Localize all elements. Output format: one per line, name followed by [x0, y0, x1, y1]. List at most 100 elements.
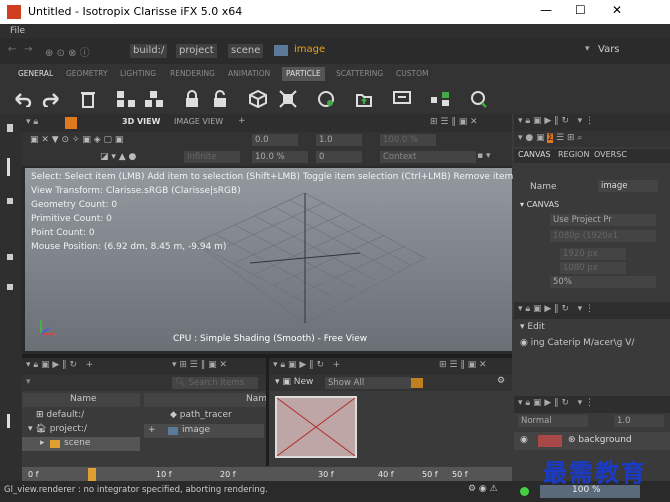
panel-menu-icon[interactable]: ▾ 🔒︎	[26, 117, 38, 127]
edit-menu[interactable]: ▾ Edit	[520, 322, 545, 332]
dropdown-icon[interactable]: ▾	[585, 44, 590, 54]
tab-lighting[interactable]: LIGHTING	[116, 67, 160, 81]
field-infinite[interactable]: Infinite	[184, 151, 240, 163]
right-header-2: ▾ 🔒︎ ▣ ▶ ‖ ↻ ▾ ⋮	[514, 302, 670, 319]
panel-menu-icon[interactable]: ▾ 🔒︎ ▣ ▶ ‖ ↻ ▾ ⋮	[518, 116, 594, 126]
ungroup-icon[interactable]	[142, 87, 166, 111]
image-icon[interactable]	[411, 378, 423, 388]
nav-back-icon[interactable]: ←	[8, 44, 16, 55]
panel-menu-icon[interactable]: ▾ 🔒︎ ▣ ▶ ‖ ↻ ▾ ⋮	[518, 398, 594, 408]
crumb-build[interactable]: build:/	[130, 44, 168, 58]
tab-geometry[interactable]: GEOMETRY	[62, 67, 112, 81]
comment-icon[interactable]	[390, 87, 414, 111]
tab-canvas[interactable]: CANVAS	[518, 150, 551, 159]
image-thumbnail[interactable]	[275, 396, 357, 458]
tree-item-scene[interactable]: ▸ scene	[22, 437, 140, 451]
panel-menu-icon[interactable]: ▾ 🔒︎ ▣ ▶ ‖ ↻ ▾ ⋮	[518, 304, 594, 314]
timeline-tick: 30 f	[318, 470, 334, 479]
frame-icon[interactable]	[276, 87, 300, 111]
crumb-project[interactable]: project	[176, 44, 217, 58]
timeline-playhead[interactable]	[88, 468, 96, 482]
show-all-dropdown[interactable]: Show All	[325, 377, 411, 389]
context-dropdown[interactable]: Context	[380, 151, 476, 163]
field-zero[interactable]: 0	[316, 151, 362, 163]
use-project-dropdown[interactable]: Use Project Pr	[550, 214, 656, 226]
new-button[interactable]: ▾ ▣ New	[275, 377, 313, 387]
tab-general[interactable]: GENERAL	[14, 67, 57, 81]
add-tab-icon[interactable]: +	[238, 116, 246, 126]
column-name[interactable]: Name	[70, 394, 97, 404]
tree-item-default[interactable]: ⊞ default:/	[36, 410, 84, 420]
delete-icon[interactable]	[76, 87, 100, 111]
tab-animation[interactable]: ANIMATION	[224, 67, 274, 81]
close-button[interactable]: ✕	[612, 3, 622, 17]
tab-custom[interactable]: CUSTOM	[392, 67, 432, 81]
column-name[interactable]: Nam	[246, 394, 267, 404]
tab-3d-view[interactable]: 3D VIEW	[122, 117, 160, 126]
blend-mode-dropdown[interactable]: Normal	[518, 415, 588, 427]
status-icons[interactable]: ⚙︎ ◉ ⚠︎	[468, 484, 498, 494]
lock-icon[interactable]	[180, 87, 204, 111]
undo-icon[interactable]	[10, 87, 34, 111]
dropdown-icon[interactable]: ▾	[26, 377, 31, 387]
canvas-section[interactable]: ▾ CANVAS	[520, 200, 559, 209]
minimize-button[interactable]: —	[540, 3, 552, 17]
image-icon	[274, 45, 288, 56]
maximize-button[interactable]: ☐	[575, 3, 586, 17]
tree-item-project[interactable]: ▾ 🏠︎ project:/	[28, 424, 87, 434]
field-value-b[interactable]: 1.0	[316, 134, 362, 146]
panel-menu-icon[interactable]: ▾ 🔒︎ ▣ ▶ ‖ ↻ +	[273, 360, 340, 370]
name-field[interactable]: image	[598, 180, 658, 192]
settings-icon[interactable]: ⚙︎	[497, 376, 505, 386]
search-input[interactable]: 🔍︎ Search Items	[172, 377, 258, 389]
display-tools-icons[interactable]: ◪ ▾ ▲ ●	[100, 152, 136, 162]
height-field[interactable]: 1080 px	[560, 262, 626, 274]
panel-menu-icon[interactable]: ▾ 🔒︎ ▣ ▶ ‖ ↻ +	[26, 360, 93, 370]
tab-image-view[interactable]: IMAGE VIEW	[174, 117, 223, 126]
layer-row-background[interactable]: ◉ ⊛ background	[514, 432, 670, 450]
field-value-c[interactable]: 100.0 %	[380, 134, 436, 146]
play-icon[interactable]	[65, 117, 77, 129]
percent-dropdown[interactable]: 50%	[550, 276, 656, 288]
tab-region[interactable]: REGION	[558, 150, 589, 159]
viewport-tools-icons[interactable]: ▣ ✕ ▼ ⊙ ✧ ▣ ◈ ▢ ▣	[30, 135, 123, 145]
tool-icon[interactable]	[7, 284, 13, 290]
layout-icons[interactable]: ▾ ⊞ ☰ ‖ ▣ ✕	[172, 360, 227, 370]
list-item-path-tracer[interactable]: ◆ path_tracer	[170, 410, 232, 420]
import-icon[interactable]	[352, 87, 376, 111]
redo-icon[interactable]	[40, 87, 64, 111]
field-value-a[interactable]: 0.0	[252, 134, 298, 146]
context-menu-icon[interactable]: ▪ ▾	[477, 151, 490, 161]
menu-file[interactable]: File	[10, 26, 25, 36]
vars-button[interactable]: Vars	[598, 44, 620, 55]
tab-overscan[interactable]: OVERSC	[594, 150, 627, 159]
tab-rendering[interactable]: RENDERING	[166, 67, 219, 81]
field-percent[interactable]: 10.0 %	[252, 151, 308, 163]
globe-icon[interactable]	[314, 87, 338, 111]
opacity-field[interactable]: 1.0	[614, 415, 664, 427]
nav-icons[interactable]: ⊕ ⊙ ⊗ ⓘ	[45, 44, 90, 59]
layout-icons[interactable]: ⊞ ☰ ‖ ▣ ✕	[430, 117, 478, 127]
tab-scattering[interactable]: SCATTERING	[332, 67, 387, 81]
nav-forward-icon[interactable]: →	[24, 44, 32, 55]
layout-icons[interactable]: ⊞ ☰ ‖ ▣ ✕	[439, 360, 487, 370]
group-icon[interactable]	[114, 87, 138, 111]
tab-particle[interactable]: PARTICLE	[282, 67, 325, 81]
crumb-scene[interactable]: scene	[228, 44, 264, 58]
3d-viewport[interactable]: Select: Select item (LMB) Add item to se…	[25, 168, 528, 351]
cube-icon[interactable]	[246, 87, 270, 111]
list-item-image[interactable]: + image	[144, 424, 264, 438]
crumb-image[interactable]: image	[294, 44, 325, 55]
tool-icon[interactable]	[7, 414, 10, 428]
search-scene-icon[interactable]	[466, 87, 490, 111]
resolution-dropdown[interactable]: 1080p (1920x1	[550, 230, 656, 242]
tool-icon[interactable]	[7, 124, 13, 132]
tool-icon[interactable]	[7, 254, 13, 260]
right-toolbar: ▾ ● ▣ Σ ☰ ⊞ ⌕	[514, 131, 670, 147]
tool-icon[interactable]	[7, 198, 13, 204]
unlock-icon[interactable]	[208, 87, 232, 111]
attribute-tools-icons[interactable]: ▾ ● ▣ Σ ☰ ⊞ ⌕	[518, 133, 582, 143]
nodes-icon[interactable]	[428, 87, 452, 111]
select-tool-icon[interactable]	[7, 158, 10, 176]
width-field[interactable]: 1920 px	[560, 248, 626, 260]
